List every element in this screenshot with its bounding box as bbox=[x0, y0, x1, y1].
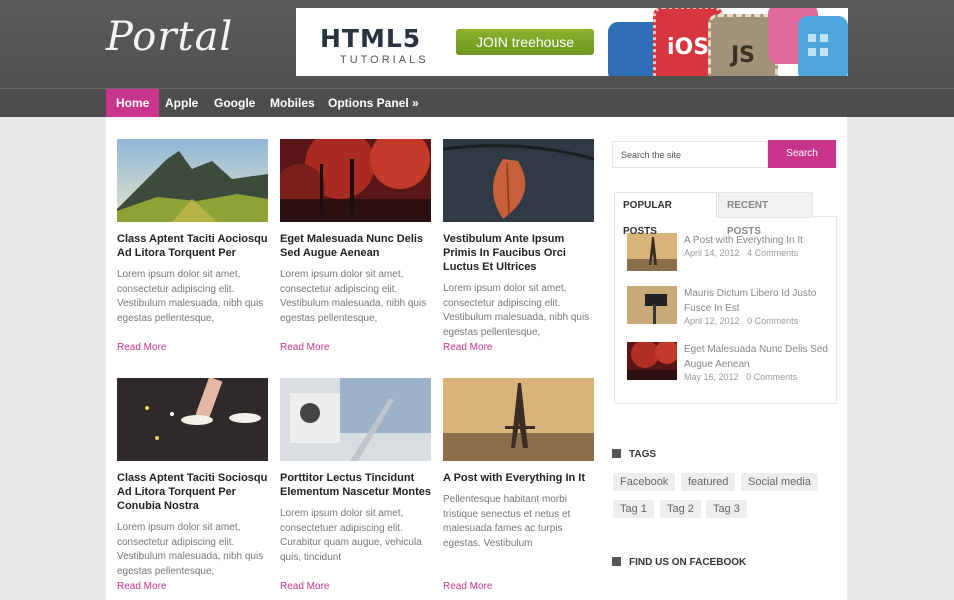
popular-post-thumbnail[interactable] bbox=[627, 342, 677, 380]
post-excerpt: Lorem ipsum dolor sit amet, consectetur … bbox=[280, 269, 427, 324]
banner-title: HTML5 bbox=[320, 24, 422, 53]
post-excerpt: Lorem ipsum dolor sit amet, consectetur … bbox=[117, 522, 264, 577]
banner-lightblue-house-icon bbox=[798, 16, 848, 76]
post-date: May 16, 2012 bbox=[684, 372, 739, 382]
site-header: Portal HTML5 TUTORIALS JOIN treehouse iO… bbox=[0, 0, 954, 88]
tab-recent-posts[interactable]: RECENT POSTS bbox=[718, 192, 813, 237]
post-title[interactable]: Porttitor Lectus Tincidunt Elementum Nas… bbox=[280, 471, 432, 499]
post-title[interactable]: Eget Malesuada Nunc Delis Sed Augue Aene… bbox=[280, 232, 432, 260]
nav-options-panel[interactable]: Options Panel » bbox=[318, 89, 429, 117]
post-thumbnail-red-forest[interactable] bbox=[280, 139, 431, 222]
popular-post-meta: April 12, 2012 0 Comments bbox=[684, 316, 798, 326]
search-button[interactable]: Search bbox=[768, 140, 836, 168]
nav-mobiles[interactable]: Mobiles bbox=[260, 89, 325, 117]
tag-1[interactable]: Tag 1 bbox=[613, 500, 654, 518]
post-card: Vestibulum Ante Ipsum Primis In Faucibus… bbox=[443, 139, 595, 340]
post-title[interactable]: A Post with Everything In It bbox=[443, 471, 595, 485]
tab-popular-posts[interactable]: POPULAR POSTS bbox=[614, 192, 717, 237]
read-more-link[interactable]: Read More bbox=[117, 581, 166, 592]
tag-facebook[interactable]: Facebook bbox=[613, 473, 676, 491]
popular-post-title[interactable]: A Post with Everything In It bbox=[684, 233, 834, 248]
read-more-link[interactable]: Read More bbox=[117, 342, 166, 353]
post-title[interactable]: Class Aptent Taciti Aociosqu Ad Litora T… bbox=[117, 232, 269, 260]
tag-3[interactable]: Tag 3 bbox=[706, 500, 747, 518]
post-comments[interactable]: 4 Comments bbox=[747, 248, 798, 258]
post-excerpt: Lorem ipsum dolor sit amet, consectetur … bbox=[117, 269, 264, 324]
post-thumbnail-mountains[interactable] bbox=[117, 139, 268, 222]
tag-social-media[interactable]: Social media bbox=[741, 473, 818, 491]
post-card: Eget Malesuada Nunc Delis Sed Augue Aene… bbox=[280, 139, 432, 326]
popular-post-item: A Post with Everything In It April 14, 2… bbox=[627, 233, 837, 273]
post-excerpt: Pellentesque habitant morbi tristique se… bbox=[443, 494, 571, 549]
ad-banner[interactable]: HTML5 TUTORIALS JOIN treehouse iOS JS bbox=[296, 8, 848, 76]
post-excerpt: Lorem ipsum dolor sit amet, consectetuer… bbox=[280, 508, 422, 563]
facebook-heading: FIND US ON FACEBOOK bbox=[612, 557, 746, 568]
post-card: Porttitor Lectus Tincidunt Elementum Nas… bbox=[280, 378, 432, 565]
popular-post-item: Eget Malesuada Nunc Delis Sed Augue Aene… bbox=[627, 342, 837, 382]
post-date: April 14, 2012 bbox=[684, 248, 740, 258]
banner-join-button[interactable]: JOIN treehouse bbox=[456, 29, 594, 55]
tag-featured[interactable]: featured bbox=[681, 473, 736, 491]
post-date: April 12, 2012 bbox=[684, 316, 740, 326]
post-thumbnail-leaf[interactable] bbox=[443, 139, 594, 222]
read-more-link[interactable]: Read More bbox=[280, 342, 329, 353]
js-badge-label: JS bbox=[730, 43, 756, 68]
post-card: A Post with Everything In It Pellentesqu… bbox=[443, 378, 595, 551]
post-excerpt: Lorem ipsum dolor sit amet, consectetur … bbox=[443, 283, 590, 338]
search-input[interactable]: Search the site bbox=[612, 141, 768, 168]
tags-heading: TAGS bbox=[612, 449, 656, 460]
post-title[interactable]: Vestibulum Ante Ipsum Primis In Faucibus… bbox=[443, 232, 595, 274]
post-title[interactable]: Class Aptent Taciti Sociosqu Ad Litora T… bbox=[117, 471, 269, 513]
post-card: Class Aptent Taciti Aociosqu Ad Litora T… bbox=[117, 139, 269, 326]
post-comments[interactable]: 0 Comments bbox=[747, 316, 798, 326]
banner-subtitle: TUTORIALS bbox=[340, 54, 429, 66]
read-more-link[interactable]: Read More bbox=[443, 581, 492, 592]
read-more-link[interactable]: Read More bbox=[443, 342, 492, 353]
popular-post-thumbnail[interactable] bbox=[627, 286, 677, 324]
popular-post-title[interactable]: Eget Malesuada Nunc Delis Sed Augue Aene… bbox=[684, 342, 834, 372]
nav-home[interactable]: Home bbox=[106, 89, 160, 117]
nav-apple[interactable]: Apple bbox=[155, 89, 208, 117]
post-card: Class Aptent Taciti Sociosqu Ad Litora T… bbox=[117, 378, 269, 579]
post-thumbnail-laptop[interactable] bbox=[280, 378, 431, 461]
post-thumbnail-feet[interactable] bbox=[117, 378, 268, 461]
site-logo[interactable]: Portal bbox=[106, 14, 233, 60]
popular-post-item: Mauris Dictum Libero Id Justo Fusce In E… bbox=[627, 286, 837, 326]
main-nav: Home Apple Google Mobiles Options Panel … bbox=[0, 88, 954, 117]
nav-google[interactable]: Google bbox=[204, 89, 265, 117]
post-comments[interactable]: 0 Comments bbox=[746, 372, 797, 382]
post-thumbnail-eiffel[interactable] bbox=[443, 378, 594, 461]
read-more-link[interactable]: Read More bbox=[280, 581, 329, 592]
popular-post-meta: April 14, 2012 4 Comments bbox=[684, 248, 798, 258]
tag-2[interactable]: Tag 2 bbox=[660, 500, 701, 518]
popular-post-meta: May 16, 2012 0 Comments bbox=[684, 372, 797, 382]
popular-post-title[interactable]: Mauris Dictum Libero Id Justo Fusce In E… bbox=[684, 286, 834, 316]
